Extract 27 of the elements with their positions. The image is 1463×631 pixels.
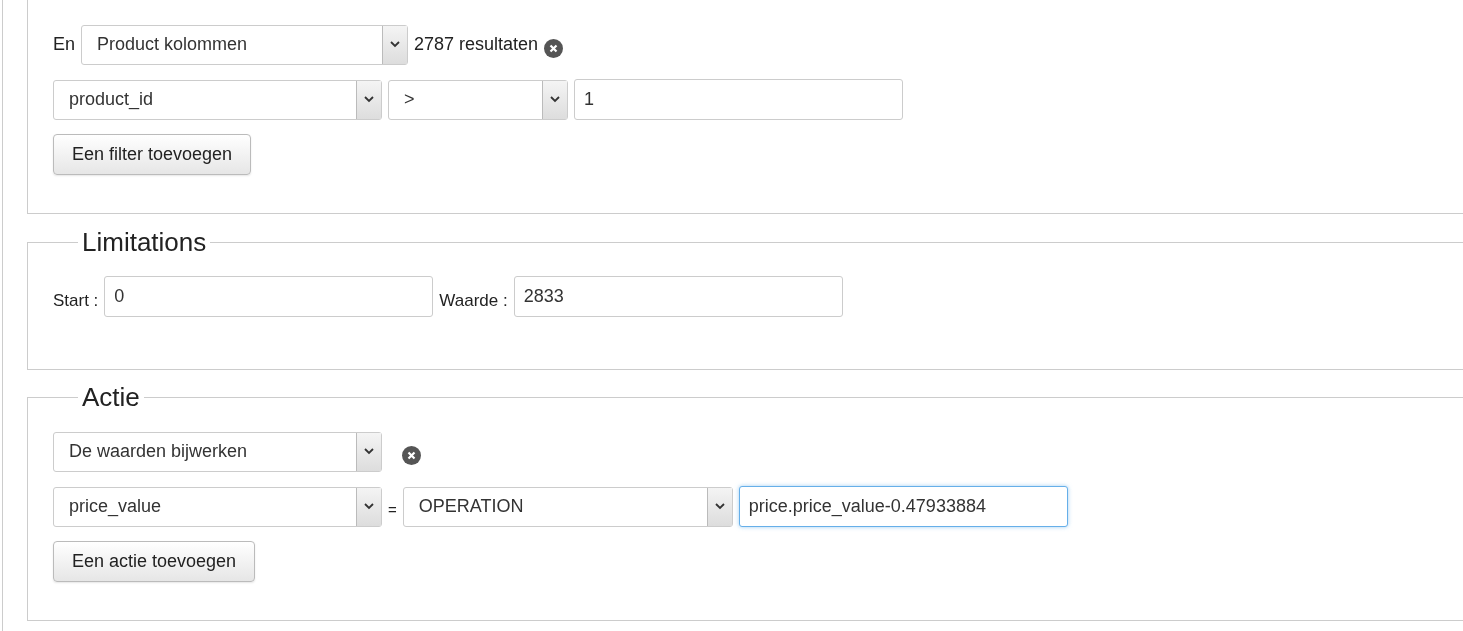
value-input[interactable]: 1 [574, 79, 903, 120]
conjunction-label: En [53, 34, 76, 55]
result-count: 2787 resultaten [414, 34, 539, 55]
add-action-button[interactable]: Een actie toevoegen [53, 541, 256, 582]
add-filter-button[interactable]: Een filter toevoegen [53, 134, 252, 175]
section-title: Actie [81, 382, 141, 412]
section-title: Limitations [81, 227, 208, 257]
chevron-down-icon [364, 96, 374, 103]
group-dropdown[interactable]: Product kolommen [81, 24, 409, 65]
chevron-down-icon [390, 41, 401, 48]
equals-sign: = [388, 501, 397, 518]
number-input[interactable]: 2833 [513, 276, 843, 317]
close-icon[interactable] [544, 39, 564, 58]
expression-input[interactable]: price.price_value-0.47933884 [738, 486, 1068, 527]
column-dropdown[interactable]: price_value [53, 486, 382, 527]
field-label: Waarde : [439, 290, 508, 311]
number-input[interactable]: 0 [104, 276, 434, 317]
close-icon[interactable] [402, 446, 421, 465]
chevron-down-icon [550, 96, 560, 103]
operator-dropdown[interactable]: > [388, 79, 568, 120]
chevron-down-icon [714, 503, 725, 510]
column-dropdown[interactable]: product_id [53, 79, 382, 120]
chevron-down-icon [364, 448, 374, 455]
mode-dropdown[interactable]: OPERATION [402, 486, 733, 527]
action-dropdown[interactable]: De waarden bijwerken [53, 431, 382, 472]
chevron-down-icon [364, 503, 374, 510]
field-label: Start : [53, 290, 99, 311]
